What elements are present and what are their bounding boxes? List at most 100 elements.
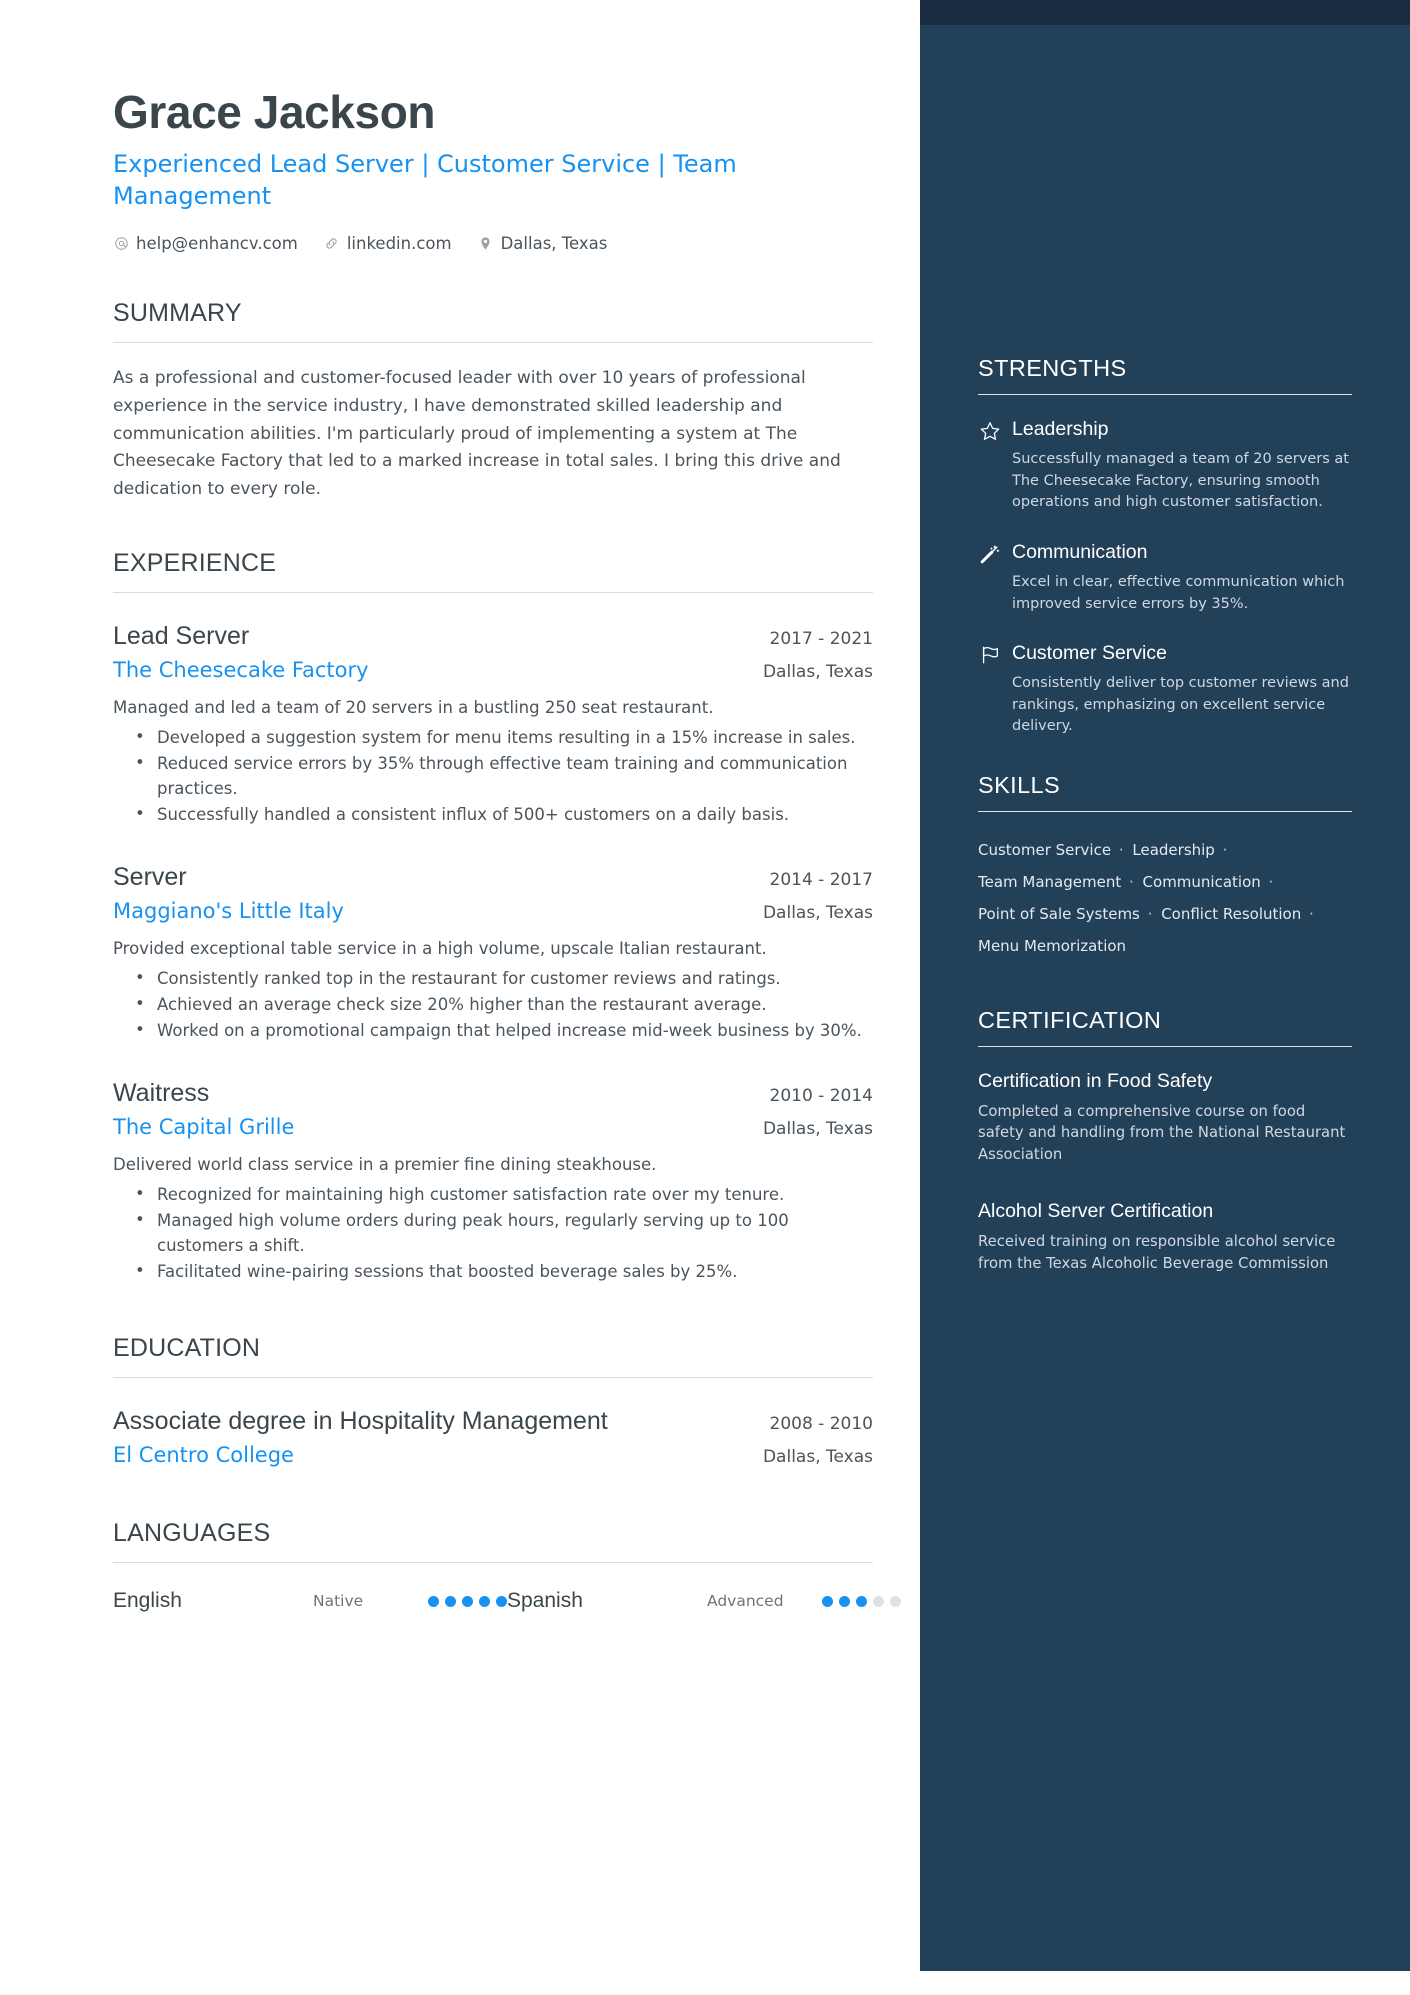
location-pin-icon bbox=[478, 236, 494, 252]
education-entry: Associate degree in Hospitality Manageme… bbox=[113, 1406, 873, 1467]
education-school[interactable]: El Centro College bbox=[113, 1443, 294, 1467]
bullet-item: Reduced service errors by 35% through ef… bbox=[135, 751, 873, 801]
experience-entry-head: Waitress 2010 - 2014 bbox=[113, 1078, 873, 1108]
skill-chip: Leadership bbox=[1132, 840, 1215, 859]
contact-row: help@enhancv.com linkedin.com Dallas, Te… bbox=[113, 234, 873, 253]
language-item: English Native bbox=[113, 1589, 507, 1613]
experience-role: Waitress bbox=[113, 1078, 210, 1107]
flag-icon bbox=[978, 643, 1002, 667]
strengths-list: Leadership Successfully managed a team o… bbox=[978, 417, 1352, 738]
dot-filled bbox=[839, 1595, 850, 1607]
strength-description: Successfully managed a team of 20 server… bbox=[1012, 451, 1349, 511]
experience-entry-sub: Maggiano's Little Italy Dallas, Texas bbox=[113, 899, 873, 923]
skill-chip: Conflict Resolution bbox=[1161, 905, 1302, 924]
experience-date: 2017 - 2021 bbox=[769, 629, 873, 650]
education-section: EDUCATION Associate degree in Hospitalit… bbox=[113, 1334, 873, 1467]
language-item: Spanish Advanced bbox=[507, 1589, 901, 1613]
contact-linkedin[interactable]: linkedin.com bbox=[324, 234, 452, 253]
magic-wand-icon bbox=[978, 542, 1002, 566]
experience-section: EXPERIENCE Lead Server 2017 - 2021 The C… bbox=[113, 549, 873, 1284]
strength-item: Leadership Successfully managed a team o… bbox=[978, 417, 1352, 514]
contact-location-text: Dallas, Texas bbox=[500, 234, 608, 254]
skill-separator: · bbox=[1217, 840, 1228, 859]
experience-role: Lead Server bbox=[113, 622, 250, 651]
candidate-headline: Experienced Lead Server | Customer Servi… bbox=[113, 149, 737, 210]
contact-email[interactable]: help@enhancv.com bbox=[113, 234, 298, 253]
bullet-item: Achieved an average check size 20% highe… bbox=[135, 992, 873, 1017]
dot-filled bbox=[822, 1595, 833, 1607]
summary-heading: SUMMARY bbox=[113, 299, 242, 328]
experience-entry-sub: The Cheesecake Factory Dallas, Texas bbox=[113, 658, 873, 682]
summary-text: As a professional and customer-focused l… bbox=[113, 368, 841, 499]
experience-location: Dallas, Texas bbox=[762, 1118, 873, 1139]
contact-email-text: help@enhancv.com bbox=[136, 234, 298, 254]
bullet-item: Managed high volume orders during peak h… bbox=[135, 1208, 873, 1258]
certification-heading: CERTIFICATION bbox=[978, 1006, 1162, 1033]
resume-page: STRENGTHS Leadership Successfully manage… bbox=[0, 0, 1410, 1995]
strength-description: Excel in clear, effective communication … bbox=[1012, 574, 1345, 612]
star-icon bbox=[978, 419, 1002, 443]
experience-description: Managed and led a team of 20 servers in … bbox=[113, 698, 714, 718]
languages-divider bbox=[113, 1562, 873, 1564]
experience-description: Delivered world class service in a premi… bbox=[113, 1154, 657, 1174]
bullet-item: Consistently ranked top in the restauran… bbox=[135, 966, 873, 991]
skill-chip: Menu Memorization bbox=[978, 937, 1127, 956]
education-location: Dallas, Texas bbox=[762, 1447, 873, 1468]
summary-section: SUMMARY As a professional and customer-f… bbox=[113, 299, 873, 503]
strength-description: Consistently deliver top customer review… bbox=[1012, 675, 1349, 735]
experience-description: Provided exceptional table service in a … bbox=[113, 938, 767, 958]
main-content: Grace Jackson Experienced Lead Server | … bbox=[113, 87, 901, 1613]
experience-date: 2010 - 2014 bbox=[769, 1085, 873, 1106]
experience-organization[interactable]: The Capital Grille bbox=[113, 1115, 294, 1139]
experience-entry: Server 2014 - 2017 Maggiano's Little Ita… bbox=[113, 862, 873, 1044]
skill-separator: · bbox=[1263, 872, 1274, 891]
dot-filled bbox=[496, 1595, 507, 1607]
experience-entry-head: Lead Server 2017 - 2021 bbox=[113, 621, 873, 651]
certification-title: Certification in Food Safety bbox=[978, 1069, 1213, 1092]
strength-title: Customer Service bbox=[1012, 641, 1167, 664]
education-divider bbox=[113, 1377, 873, 1379]
strength-body: Leadership Successfully managed a team o… bbox=[1012, 417, 1352, 514]
main-column: Grace Jackson Experienced Lead Server | … bbox=[0, 0, 920, 1613]
contact-location: Dallas, Texas bbox=[478, 234, 608, 254]
skill-separator: · bbox=[1114, 840, 1129, 859]
certification-title: Alcohol Server Certification bbox=[978, 1200, 1214, 1223]
languages-section: LANGUAGES English Native Spanish Advance… bbox=[113, 1519, 901, 1613]
dot-empty bbox=[873, 1595, 884, 1607]
at-icon bbox=[113, 236, 129, 252]
experience-date: 2014 - 2017 bbox=[769, 869, 873, 890]
language-name: Spanish bbox=[507, 1589, 583, 1613]
skill-separator: · bbox=[1142, 905, 1158, 924]
education-heading: EDUCATION bbox=[113, 1334, 261, 1363]
experience-role: Server bbox=[113, 862, 187, 891]
sidebar-content: STRENGTHS Leadership Successfully manage… bbox=[920, 0, 1410, 1309]
dot-empty bbox=[890, 1595, 901, 1607]
strength-title: Leadership bbox=[1012, 418, 1109, 440]
skill-separator: · bbox=[1124, 872, 1139, 891]
strengths-section: STRENGTHS Leadership Successfully manage… bbox=[978, 355, 1352, 738]
skill-chip: Customer Service bbox=[978, 840, 1112, 859]
dot-filled bbox=[479, 1595, 490, 1607]
education-entry-sub: El Centro College Dallas, Texas bbox=[113, 1443, 873, 1467]
strength-body: Communication Excel in clear, effective … bbox=[1012, 540, 1352, 615]
experience-organization[interactable]: The Cheesecake Factory bbox=[113, 658, 369, 682]
dot-filled bbox=[428, 1595, 439, 1607]
summary-divider bbox=[113, 342, 873, 344]
skill-chip: Communication bbox=[1142, 872, 1261, 891]
education-entry-head: Associate degree in Hospitality Manageme… bbox=[113, 1406, 873, 1436]
skill-chip: Point of Sale Systems bbox=[978, 905, 1140, 924]
certification-description: Completed a comprehensive course on food… bbox=[978, 1102, 1346, 1163]
education-date: 2008 - 2010 bbox=[769, 1414, 873, 1435]
contact-linkedin-text: linkedin.com bbox=[346, 234, 452, 254]
language-proficiency-dots bbox=[428, 1595, 507, 1607]
experience-location: Dallas, Texas bbox=[762, 902, 873, 923]
experience-bullets: Recognized for maintaining high customer… bbox=[113, 1182, 873, 1285]
language-name: English bbox=[113, 1589, 182, 1613]
skills-section: SKILLS Customer Service · Leadership · T… bbox=[978, 772, 1352, 963]
experience-organization[interactable]: Maggiano's Little Italy bbox=[113, 899, 344, 923]
bullet-item: Recognized for maintaining high customer… bbox=[135, 1182, 873, 1207]
experience-heading: EXPERIENCE bbox=[113, 549, 277, 578]
education-degree: Associate degree in Hospitality Manageme… bbox=[113, 1407, 608, 1436]
experience-divider bbox=[113, 592, 873, 594]
strengths-heading: STRENGTHS bbox=[978, 355, 1127, 381]
